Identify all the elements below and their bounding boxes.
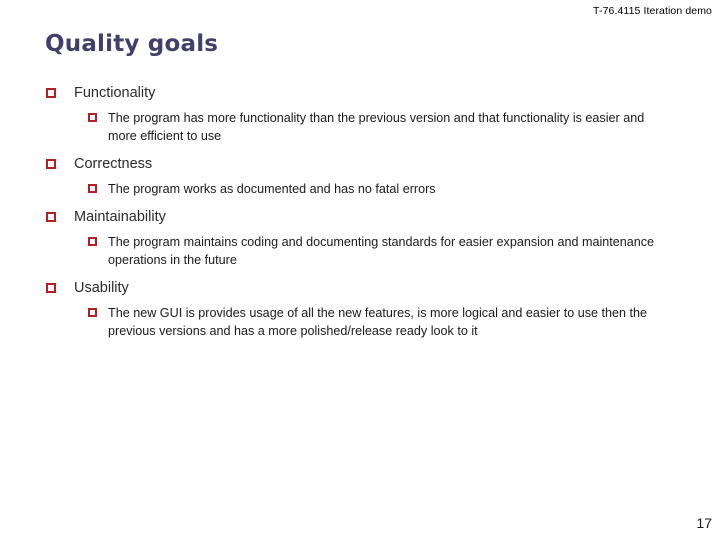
- square-bullet-icon: [46, 283, 56, 293]
- square-bullet-icon: [46, 88, 56, 98]
- bullet-group-maintainability: Maintainability The program maintains co…: [45, 208, 705, 269]
- square-bullet-icon: [46, 159, 56, 169]
- bullet-item-maintainability: Maintainability: [45, 208, 705, 227]
- bullet-item-usability: Usability: [45, 279, 705, 298]
- sub-bullet-item-usability: The new GUI is provides usage of all the…: [88, 304, 686, 340]
- sub-bullet-item-functionality: The program has more functionality than …: [88, 109, 653, 145]
- slide-header-label: T-76.4115 Iteration demo: [593, 5, 712, 17]
- bullet-label: Usability: [74, 280, 129, 296]
- square-bullet-icon: [88, 113, 97, 122]
- bullet-label: Maintainability: [74, 209, 166, 225]
- bullet-label: Correctness: [74, 156, 153, 172]
- sub-bullet-text: The program maintains coding and documen…: [108, 235, 655, 267]
- bullet-label: Functionality: [74, 85, 156, 101]
- bullet-group-usability: Usability The new GUI is provides usage …: [45, 279, 705, 340]
- page-number: 17: [696, 515, 712, 531]
- square-bullet-icon: [88, 308, 97, 317]
- sub-bullet-text: The new GUI is provides usage of all the…: [108, 306, 648, 338]
- bullet-item-functionality: Functionality: [45, 84, 705, 103]
- bullet-group-correctness: Correctness The program works as documen…: [45, 155, 705, 198]
- slide: T-76.4115 Iteration demo Quality goals F…: [0, 0, 720, 540]
- square-bullet-icon: [88, 184, 97, 193]
- square-bullet-icon: [46, 212, 56, 222]
- sub-bullet-item-correctness: The program works as documented and has …: [88, 180, 668, 198]
- page-title: Quality goals: [45, 31, 219, 57]
- sub-bullet-text: The program has more functionality than …: [108, 111, 645, 143]
- bullet-item-correctness: Correctness: [45, 155, 705, 174]
- bullet-group-functionality: Functionality The program has more funct…: [45, 84, 705, 145]
- slide-body: Functionality The program has more funct…: [45, 84, 705, 350]
- sub-bullet-item-maintainability: The program maintains coding and documen…: [88, 233, 688, 269]
- square-bullet-icon: [88, 237, 97, 246]
- sub-bullet-text: The program works as documented and has …: [108, 182, 436, 196]
